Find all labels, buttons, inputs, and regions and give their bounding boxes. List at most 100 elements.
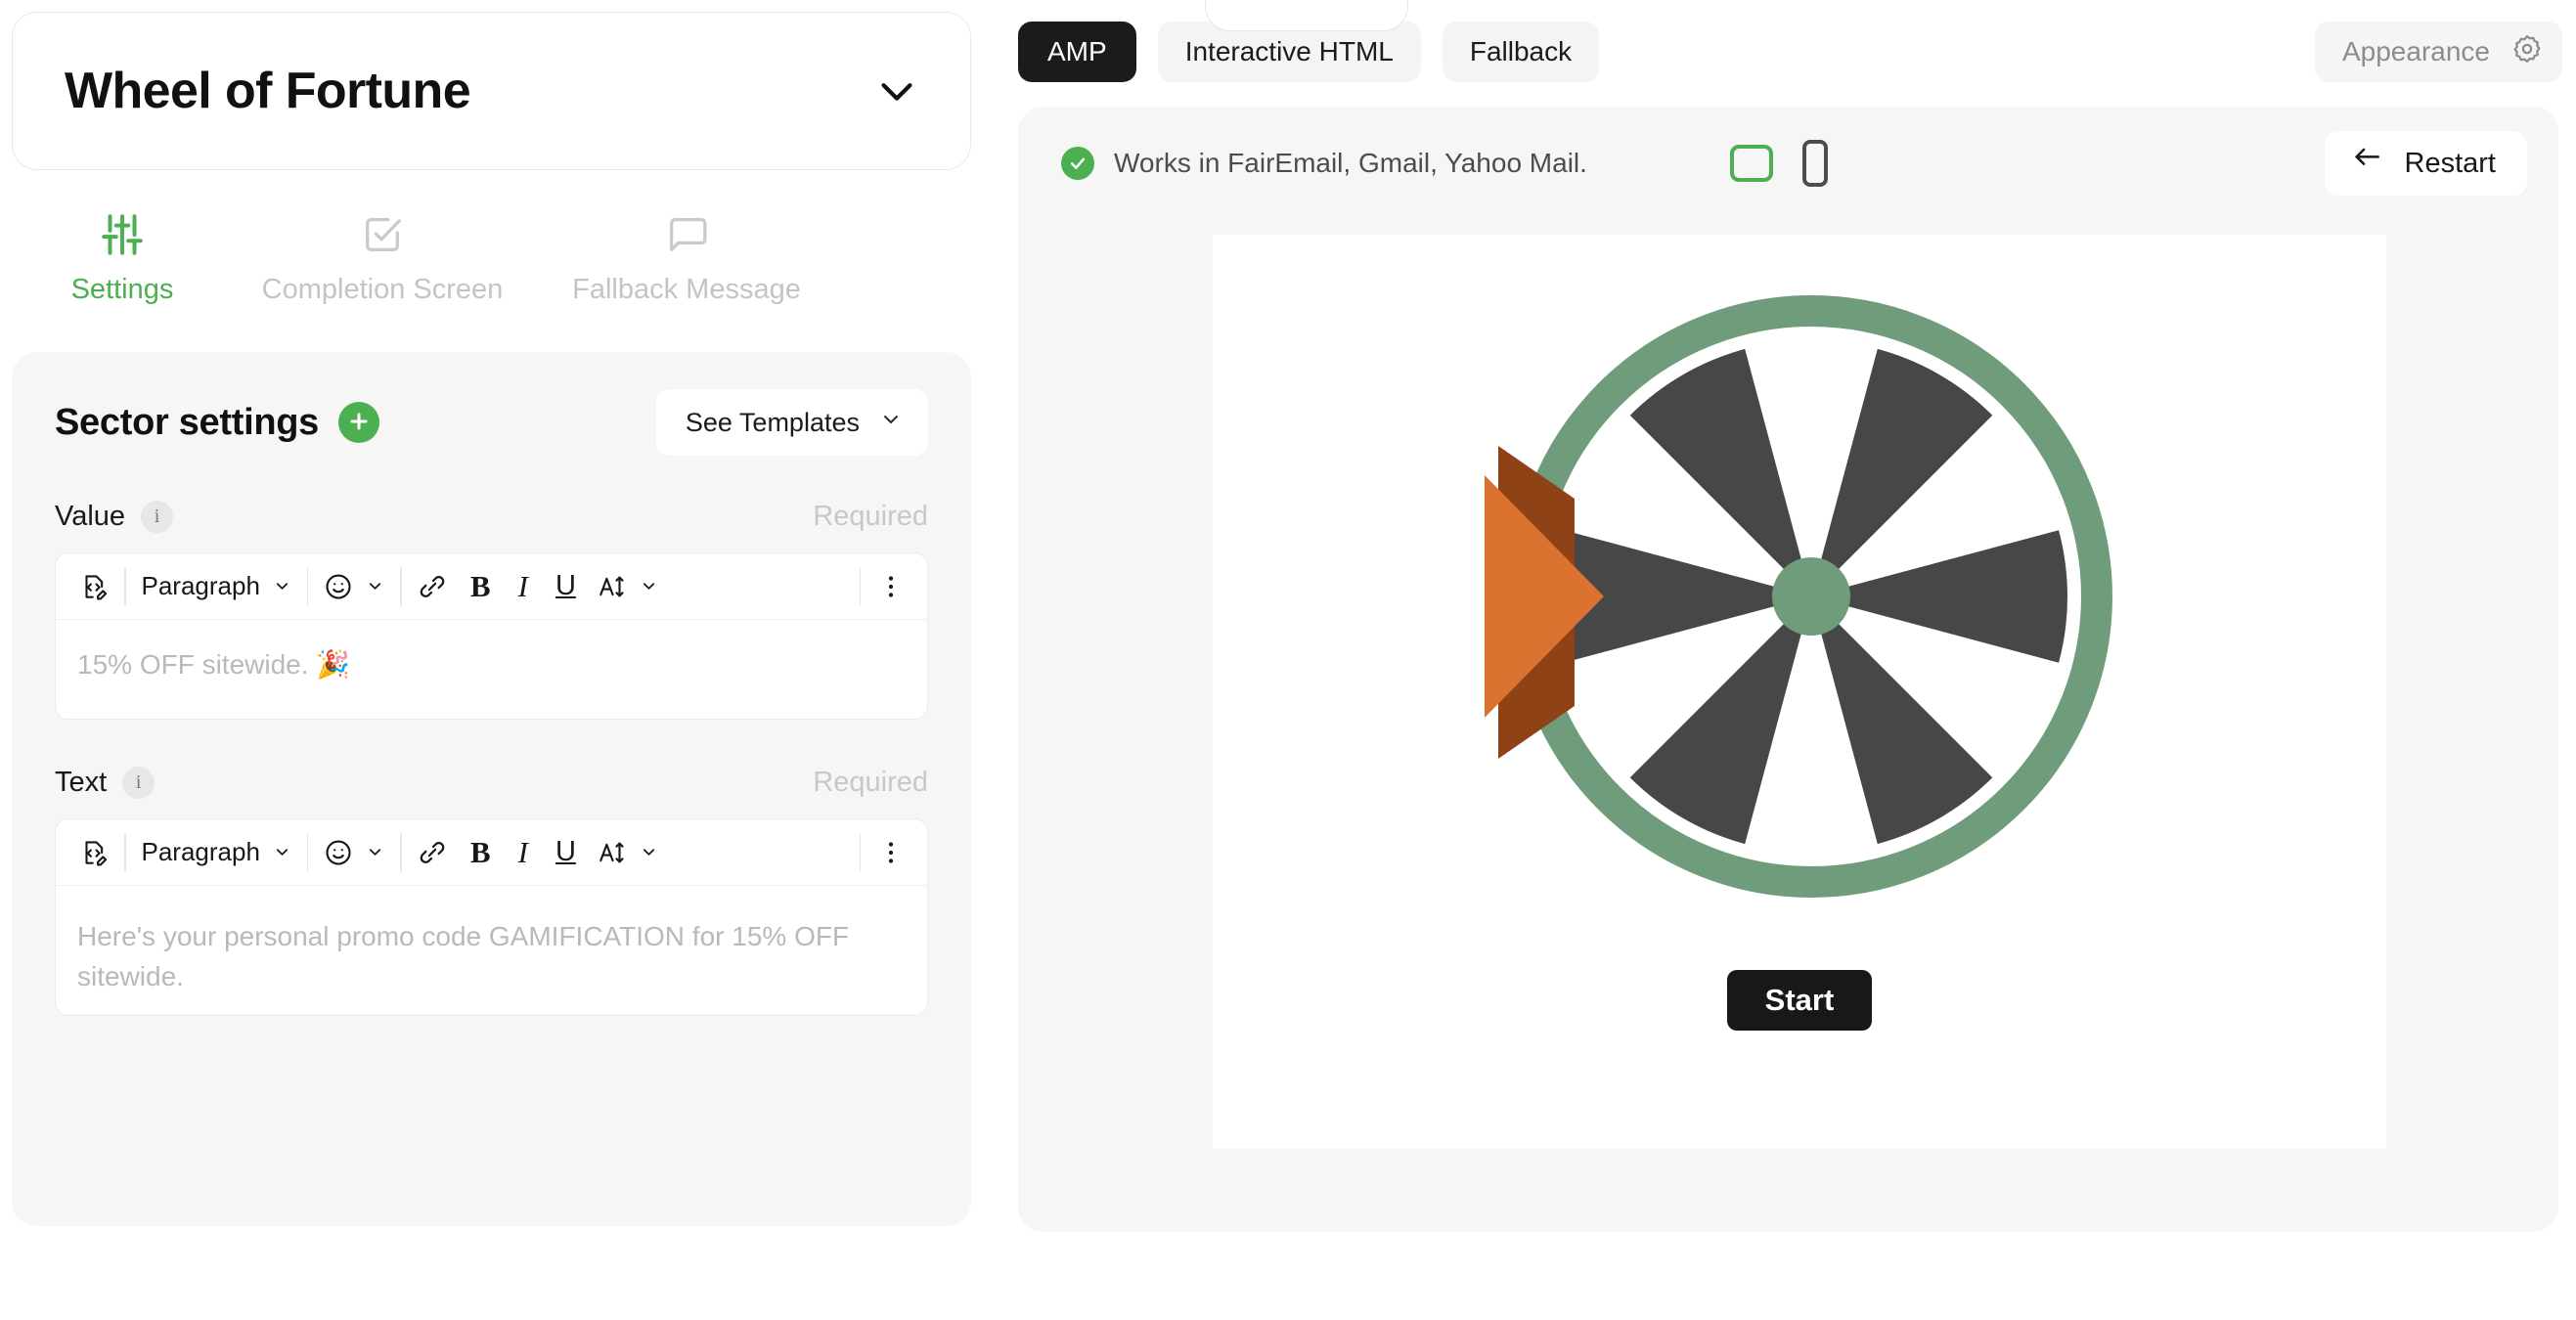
check-square-icon	[360, 207, 405, 262]
speech-bubble-icon	[664, 207, 709, 262]
preview-toolbar: Works in FairEmail, Gmail, Yahoo Mail. R…	[1018, 107, 2558, 220]
email-preview-canvas: Start	[1213, 235, 2386, 1149]
paragraph-style-dropdown[interactable]: Paragraph	[142, 829, 291, 876]
info-icon[interactable]: i	[122, 767, 155, 799]
appearance-button[interactable]: Appearance	[2314, 22, 2562, 82]
see-templates-button[interactable]: See Templates	[655, 389, 928, 456]
restart-label: Restart	[2404, 147, 2496, 179]
insert-link-button[interactable]	[418, 563, 447, 610]
font-size-dropdown[interactable]	[598, 829, 658, 876]
right-panel: AMP Interactive HTML Fallback Appearance	[993, 0, 2576, 1320]
compatibility-status-text: Works in FairEmail, Gmail, Yahoo Mail.	[1114, 148, 1587, 178]
partial-card-above-tabs	[1205, 0, 1408, 31]
tab-amp[interactable]: AMP	[1018, 22, 1136, 82]
left-panel: Wheel of Fortune Settings Completion Scr…	[0, 0, 993, 1320]
start-button[interactable]: Start	[1727, 970, 1872, 1031]
app-root: Wheel of Fortune Settings Completion Scr…	[0, 0, 2576, 1320]
text-label-group: Text i	[55, 767, 155, 799]
see-templates-label: See Templates	[685, 407, 860, 437]
tab-fallback-message-label: Fallback Message	[572, 274, 801, 305]
link-icon	[418, 838, 447, 867]
text-editor-toolbar: Paragraph B I U	[56, 819, 927, 886]
value-field-label: Value	[55, 501, 126, 532]
block-title-card[interactable]: Wheel of Fortune	[12, 12, 971, 170]
text-field-label-row: Text i Required	[55, 767, 928, 799]
toolbar-divider	[859, 832, 861, 872]
text-required-label: Required	[813, 767, 928, 798]
underline-button[interactable]: U	[555, 563, 576, 610]
mobile-icon[interactable]	[1801, 140, 1828, 187]
source-code-edit-icon[interactable]	[79, 563, 109, 610]
value-label-group: Value i	[55, 501, 174, 533]
toolbar-divider	[400, 566, 402, 606]
link-icon	[418, 572, 447, 601]
smiley-icon	[324, 838, 353, 867]
arrow-left-icon	[2352, 144, 2383, 183]
chevron-down-icon[interactable]	[874, 68, 919, 113]
underline-button[interactable]: U	[555, 829, 576, 876]
italic-button[interactable]: I	[518, 563, 528, 610]
value-field-label-row: Value i Required	[55, 501, 928, 533]
more-options-button[interactable]	[876, 829, 906, 876]
font-size-dropdown[interactable]	[598, 563, 658, 610]
text-field-group: Text i Required Paragraph B I U Here's y…	[55, 767, 928, 1016]
gear-icon	[2511, 33, 2543, 71]
toolbar-divider	[306, 832, 309, 872]
font-size-arrow-icon	[598, 572, 627, 601]
bold-button[interactable]: B	[470, 829, 491, 876]
value-editor-toolbar: Paragraph B I U	[56, 553, 927, 620]
text-field-label: Text	[55, 767, 108, 798]
chevron-down-icon	[273, 577, 291, 595]
chevron-down-icon	[366, 843, 384, 861]
fortune-wheel[interactable]	[1457, 254, 2142, 939]
source-code-edit-icon[interactable]	[79, 829, 109, 876]
page-title: Wheel of Fortune	[65, 63, 471, 119]
font-size-arrow-icon	[598, 838, 627, 867]
chevron-down-icon	[640, 843, 658, 861]
paragraph-style-label: Paragraph	[141, 571, 260, 600]
desktop-icon[interactable]	[1729, 145, 1773, 182]
tab-settings[interactable]: Settings	[20, 207, 225, 304]
more-options-button[interactable]	[876, 563, 906, 610]
wheel-container	[1213, 235, 2386, 958]
value-editor[interactable]: Paragraph B I U 15% OFF sitewide. 🎉	[55, 552, 928, 720]
bold-button[interactable]: B	[470, 563, 491, 610]
toolbar-divider	[124, 832, 126, 872]
toolbar-divider	[306, 566, 309, 606]
restart-button[interactable]: Restart	[2324, 131, 2527, 196]
sector-settings-header: Sector settings See Templates	[55, 389, 928, 456]
plus-icon	[347, 410, 371, 436]
check-circle-icon	[1061, 147, 1094, 180]
chevron-down-icon	[366, 577, 384, 595]
add-sector-button[interactable]	[338, 402, 380, 443]
tab-fallback[interactable]: Fallback	[1442, 22, 1600, 82]
toolbar-divider	[859, 566, 861, 606]
sector-settings-title-group: Sector settings	[55, 401, 380, 444]
sliders-icon	[98, 207, 147, 262]
paragraph-style-label: Paragraph	[141, 837, 260, 866]
text-editor[interactable]: Paragraph B I U Here's your personal pro…	[55, 818, 928, 1016]
tab-fallback-message[interactable]: Fallback Message	[540, 207, 833, 304]
value-field-group: Value i Required Paragraph B I U 15% OFF…	[55, 501, 928, 720]
sector-settings-card: Sector settings See Templates Value i Re…	[12, 352, 971, 1226]
value-input[interactable]: 15% OFF sitewide. 🎉	[56, 620, 927, 719]
compatibility-status: Works in FairEmail, Gmail, Yahoo Mail.	[1061, 147, 1587, 180]
emoji-picker-button[interactable]	[324, 829, 384, 876]
info-icon[interactable]: i	[141, 501, 174, 533]
value-required-label: Required	[813, 501, 928, 532]
tab-settings-label: Settings	[70, 274, 174, 305]
preview-top-bar: AMP Interactive HTML Fallback Appearance	[993, 22, 2576, 82]
toolbar-divider	[400, 832, 402, 872]
device-toggle-group	[1729, 140, 1828, 187]
smiley-icon	[324, 572, 353, 601]
tab-completion-screen-label: Completion Screen	[261, 274, 504, 305]
insert-link-button[interactable]	[418, 829, 447, 876]
text-input[interactable]: Here's your personal promo code GAMIFICA…	[56, 886, 927, 1015]
emoji-picker-button[interactable]	[324, 563, 384, 610]
wheel-hub	[1772, 557, 1850, 636]
tab-completion-screen[interactable]: Completion Screen	[225, 207, 540, 304]
sector-settings-title: Sector settings	[55, 401, 320, 443]
appearance-label: Appearance	[2341, 36, 2490, 66]
italic-button[interactable]: I	[518, 829, 528, 876]
paragraph-style-dropdown[interactable]: Paragraph	[142, 563, 291, 610]
